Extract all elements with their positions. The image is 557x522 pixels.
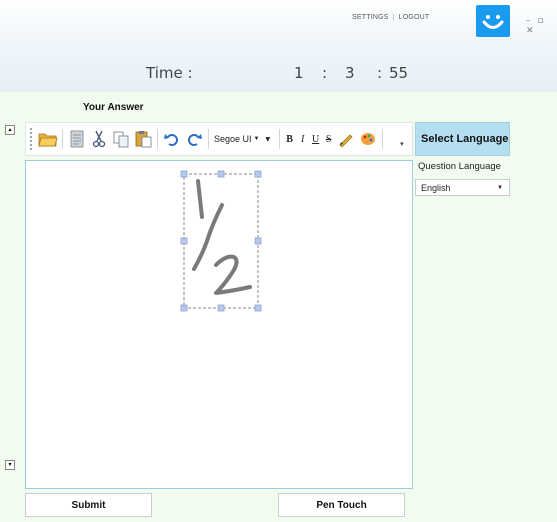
undo-icon[interactable]: [161, 128, 183, 150]
chevron-down-icon: ▼: [497, 184, 503, 191]
toolbar-divider: [208, 129, 209, 149]
toolbar-overflow-icon[interactable]: ▾: [400, 140, 404, 148]
window-controls[interactable]: – ▫ ✕: [526, 16, 557, 36]
answer-editor[interactable]: [25, 160, 413, 489]
logout-link[interactable]: LOGOUT: [399, 14, 430, 21]
submit-button[interactable]: Submit: [25, 493, 152, 517]
timer-label: Time :: [146, 64, 193, 82]
language-dropdown[interactable]: English ▼: [415, 179, 510, 196]
select-language-header: Select Language: [415, 122, 510, 156]
timer-separator: :: [322, 64, 328, 82]
app-header: SETTINGS | LOGOUT – ▫ ✕ Time : 1 : 3 : 55: [0, 0, 557, 92]
scroll-up-arrow-icon[interactable]: ▴: [5, 125, 15, 135]
timer-hours: 1: [294, 64, 304, 82]
language-dropdown-value: English: [421, 182, 451, 193]
timer-separator: :: [377, 64, 383, 82]
open-folder-icon[interactable]: [37, 128, 59, 150]
notepad-icon[interactable]: [66, 128, 88, 150]
scroll-down-arrow-icon[interactable]: ▾: [5, 460, 15, 470]
top-links: SETTINGS | LOGOUT: [352, 14, 429, 21]
pen-touch-button[interactable]: Pen Touch: [278, 493, 405, 517]
pen-icon[interactable]: [335, 128, 357, 150]
chevron-down-icon: ▼: [253, 136, 260, 142]
font-size-dropdown-icon[interactable]: ▼: [265, 136, 270, 143]
link-separator: |: [392, 14, 395, 21]
timer: Time : 1 : 3 : 55: [0, 64, 557, 86]
underline-button[interactable]: U: [309, 134, 322, 145]
handwritten-ink: [192, 179, 252, 295]
answer-title: Your Answer: [83, 102, 144, 113]
cut-icon[interactable]: [88, 128, 110, 150]
strikethrough-button[interactable]: S: [322, 134, 335, 145]
smiley-logo-icon: [476, 5, 510, 37]
toolbar-divider: [157, 129, 158, 149]
font-family-value: Segoe UI: [214, 134, 252, 144]
toolbar-grip[interactable]: [30, 128, 33, 150]
paste-icon[interactable]: [132, 128, 154, 150]
timer-minutes: 3: [345, 64, 355, 82]
font-family-select[interactable]: Segoe UI ▼: [214, 134, 259, 144]
italic-button[interactable]: I: [296, 134, 309, 145]
timer-seconds: 55: [389, 64, 409, 82]
redo-icon[interactable]: [183, 128, 205, 150]
bold-button[interactable]: B: [283, 134, 296, 145]
answer-panel: Your Answer ▴ ▾ Segoe UI ▼ ▼ B I U S ▾ S…: [0, 92, 557, 522]
copy-icon[interactable]: [110, 128, 132, 150]
question-language-label: Question Language: [418, 161, 501, 172]
color-palette-icon[interactable]: [357, 128, 379, 150]
toolbar-divider: [62, 129, 63, 149]
ink-canvas[interactable]: [26, 161, 412, 488]
editor-toolbar: Segoe UI ▼ ▼ B I U S ▾: [25, 122, 413, 156]
settings-link[interactable]: SETTINGS: [352, 14, 389, 21]
toolbar-divider: [279, 129, 281, 149]
toolbar-divider: [382, 129, 384, 149]
